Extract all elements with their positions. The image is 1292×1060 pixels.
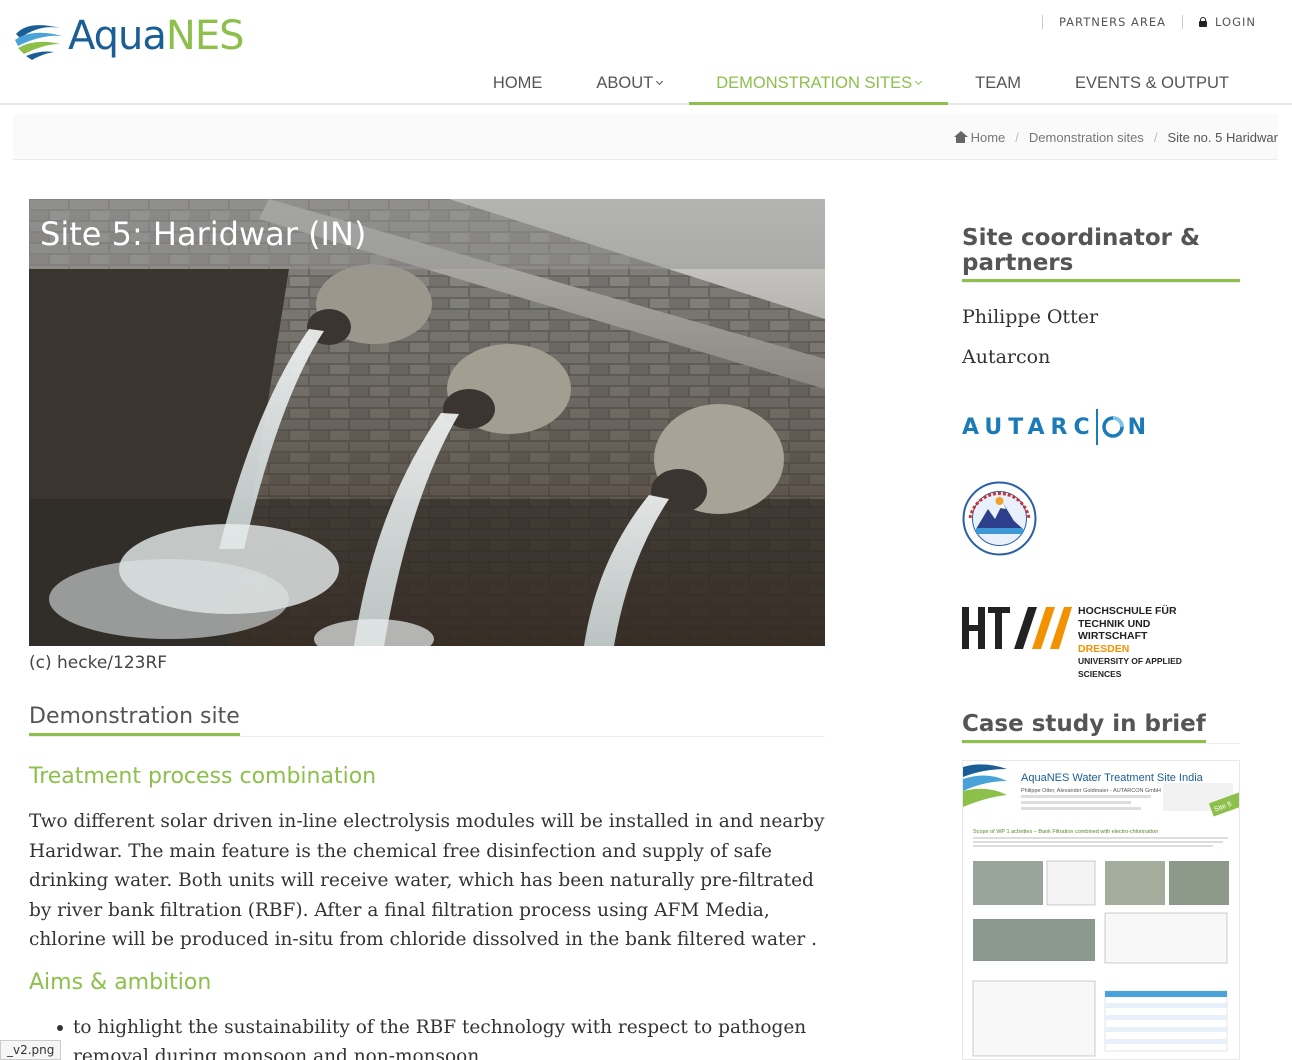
nav-events-output[interactable]: EVENTS & OUTPUT bbox=[1048, 64, 1256, 105]
logo-wave-icon bbox=[14, 12, 62, 60]
breadcrumb-divider: / bbox=[1015, 130, 1019, 145]
htw-dresden-logo[interactable]: HOCHSCHULE FÜR TECHNIK UND WIRTSCHAFT DR… bbox=[962, 603, 1222, 679]
breadcrumb-demonstration-sites[interactable]: Demonstration sites bbox=[1029, 130, 1144, 145]
aims-heading: Aims & ambition bbox=[29, 970, 212, 995]
breadcrumb-bar: Home / Demonstration sites / Site no. 5 … bbox=[13, 114, 1278, 160]
treatment-heading: Treatment process combination bbox=[29, 764, 377, 789]
login-label: LOGIN bbox=[1215, 15, 1256, 29]
list-item: to highlight the sustainability of the R… bbox=[29, 1013, 829, 1060]
partner-name: Autarcon bbox=[962, 346, 1051, 368]
divider bbox=[1041, 15, 1043, 29]
aquanes-logo[interactable]: AquaNES bbox=[12, 6, 262, 66]
nav-home[interactable]: HOME bbox=[466, 64, 570, 105]
nav-team[interactable]: TEAM bbox=[948, 64, 1048, 105]
htw-name: HOCHSCHULE FÜR TECHNIK UND WIRTSCHAFT DR… bbox=[1078, 605, 1182, 679]
site-header: AquaNES PARTNERS AREA LOGIN HOME ABOUT D… bbox=[0, 0, 1292, 105]
hero-image: Site 5: Haridwar (IN) bbox=[29, 199, 825, 646]
divider bbox=[1182, 15, 1184, 29]
breadcrumb: Home / Demonstration sites / Site no. 5 … bbox=[953, 130, 1278, 145]
breadcrumb-current: Site no. 5 Haridwar bbox=[1167, 130, 1278, 145]
case-study-thumbnail[interactable]: AquaNES Water Treatment Site India Phili… bbox=[962, 760, 1240, 1060]
poster-title: AquaNES Water Treatment Site India bbox=[1021, 772, 1204, 784]
nav-demonstration-sites[interactable]: DEMONSTRATION SITES bbox=[689, 64, 949, 105]
logo-wordmark: AquaNES bbox=[68, 13, 245, 59]
logo-bar bbox=[1095, 409, 1098, 445]
chevron-down-icon bbox=[656, 77, 664, 86]
file-name-tag: _v2.png bbox=[0, 1040, 62, 1060]
coordinator-name: Philippe Otter bbox=[962, 306, 1099, 328]
main-nav: HOME ABOUT DEMONSTRATION SITES TEAM EVEN… bbox=[466, 64, 1256, 105]
home-icon bbox=[953, 131, 968, 143]
top-links: PARTNERS AREA LOGIN bbox=[1026, 15, 1256, 29]
breadcrumb-divider: / bbox=[1153, 130, 1158, 145]
htw-mark-icon bbox=[962, 607, 1072, 649]
hero-title: Site 5: Haridwar (IN) bbox=[29, 199, 825, 269]
treatment-paragraph: Two different solar driven in-line elect… bbox=[29, 811, 825, 951]
breadcrumb-home[interactable]: Home bbox=[953, 130, 1005, 145]
aims-list: to highlight the sustainability of the R… bbox=[29, 1013, 829, 1060]
autarcon-o-icon bbox=[1101, 416, 1124, 438]
uttarakhand-jal-sansthan-seal[interactable] bbox=[962, 481, 1037, 556]
section-heading: Demonstration site bbox=[29, 704, 825, 737]
partners-area-link[interactable]: PARTNERS AREA bbox=[1059, 15, 1166, 29]
poster-authors: Philippe Otter, Alexander Goldmaier - AU… bbox=[1021, 788, 1161, 794]
case-study-heading: Case study in brief bbox=[962, 712, 1240, 744]
login-link[interactable]: LOGIN bbox=[1199, 15, 1256, 29]
case-study-poster: AquaNES Water Treatment Site India Phili… bbox=[963, 764, 1239, 1057]
image-credit: (c) hecke/123RF bbox=[29, 653, 168, 673]
coordinator-heading: Site coordinator & partners bbox=[962, 226, 1240, 283]
poster-heading: Scope of WP 1 activities – Bank Filtrati… bbox=[973, 829, 1158, 835]
chevron-down-icon bbox=[915, 77, 923, 86]
nav-about[interactable]: ABOUT bbox=[569, 64, 689, 105]
autarcon-logo[interactable]: AUTARC N bbox=[962, 405, 1152, 449]
lock-icon bbox=[1199, 17, 1208, 27]
